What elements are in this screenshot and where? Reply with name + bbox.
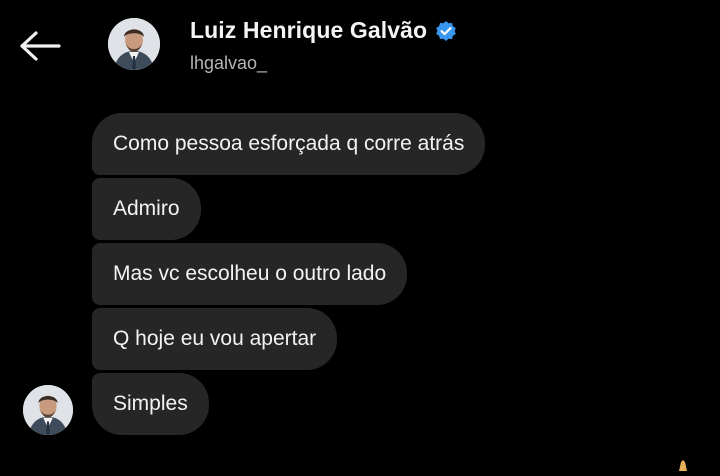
message-bubble[interactable]: Simples (92, 373, 209, 435)
contact-avatar[interactable] (108, 18, 160, 70)
arrow-left-icon (20, 31, 61, 61)
message-bubble[interactable]: Mas vc escolheu o outro lado (92, 243, 408, 305)
contact-name[interactable]: Luiz Henrique Galvão (190, 17, 427, 44)
message-bubble[interactable]: Q hoje eu vou apertar (92, 308, 338, 370)
message-bubble[interactable]: Admiro (92, 178, 201, 240)
contact-username[interactable]: lhgalvao_ (190, 53, 267, 74)
sender-avatar[interactable] (23, 385, 73, 435)
profile-photo (108, 18, 160, 70)
profile-photo (23, 385, 73, 435)
back-button[interactable] (18, 26, 62, 66)
verified-badge-icon (435, 20, 457, 42)
hands-emoji-icon (676, 458, 690, 471)
message-list: Como pessoa esforçada q corre atrás Admi… (92, 113, 486, 435)
message-bubble[interactable]: Como pessoa esforçada q corre atrás (92, 113, 486, 175)
